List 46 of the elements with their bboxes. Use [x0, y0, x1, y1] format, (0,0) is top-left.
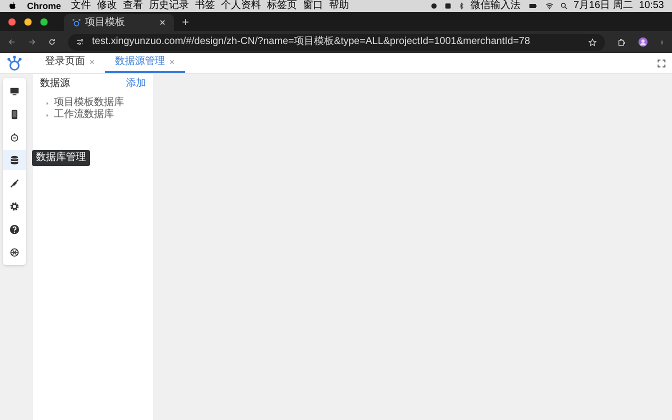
add-link[interactable]: 添加	[126, 79, 146, 89]
menu-item[interactable]: 修改	[97, 1, 118, 11]
tree-item[interactable]: 项目模板数据库	[40, 97, 146, 109]
app-menu[interactable]: Chrome	[27, 2, 62, 10]
browser-tab[interactable]: 项目模板	[64, 14, 174, 31]
database-icon	[9, 154, 20, 166]
new-tab-button[interactable]: +	[182, 16, 190, 28]
reload-icon[interactable]	[48, 38, 56, 46]
avatar-icon[interactable]	[638, 37, 648, 47]
tooltip: 数据库管理	[32, 150, 90, 166]
menu-item[interactable]: 帮助	[329, 1, 350, 11]
battery-icon[interactable]	[526, 2, 538, 10]
tree-item[interactable]: 工作流数据库	[40, 109, 146, 121]
close-icon[interactable]	[159, 19, 166, 26]
bluetooth-icon[interactable]	[458, 2, 464, 10]
menu-item[interactable]: 个人资料	[221, 1, 262, 11]
menu-item[interactable]: 标签页	[267, 1, 298, 11]
wifi-icon[interactable]	[544, 2, 554, 10]
menu-item[interactable]: 查看	[123, 1, 144, 11]
forward-icon[interactable]	[28, 38, 36, 46]
menu-bar-date: 7月16日 周二	[574, 1, 633, 11]
fullscreen-icon[interactable]	[657, 58, 666, 68]
star-icon[interactable]	[588, 38, 597, 46]
page-tab[interactable]: 登录页面	[35, 53, 105, 73]
search-icon[interactable]	[560, 2, 568, 10]
url-text: test.xingyunzuo.com/#/design/zh-CN/?name=项目模板&type=ALL&projectId=1001&merchantId=78	[92, 37, 532, 47]
apple-logo-icon[interactable]	[8, 1, 17, 11]
back-icon[interactable]	[8, 38, 16, 46]
site-settings-icon	[76, 38, 84, 46]
address-field[interactable]: test.xingyunzuo.com/#/design/zh-CN/?name=项目模板&type=ALL&projectId=1001&merchantId=78	[68, 34, 605, 50]
settings-icon	[9, 200, 20, 212]
app-logo-icon	[6, 54, 23, 72]
phone-icon	[9, 108, 20, 120]
knot-icon	[9, 246, 20, 258]
plug-icon	[9, 178, 20, 188]
input-method[interactable]: 微信输入法	[470, 1, 520, 11]
panel-title: 数据源	[40, 79, 70, 89]
tab-title: 项目模板	[85, 18, 126, 28]
monitor-icon	[9, 86, 20, 96]
extensions-icon[interactable]	[617, 38, 626, 46]
app-logo-icon	[72, 18, 81, 27]
menu-item[interactable]: 历史记录	[149, 1, 190, 11]
menu-item[interactable]: 书签	[195, 1, 216, 11]
rail-button[interactable]	[3, 150, 26, 170]
help-icon	[9, 224, 20, 234]
menu-bar-time: 10:53	[638, 1, 664, 11]
